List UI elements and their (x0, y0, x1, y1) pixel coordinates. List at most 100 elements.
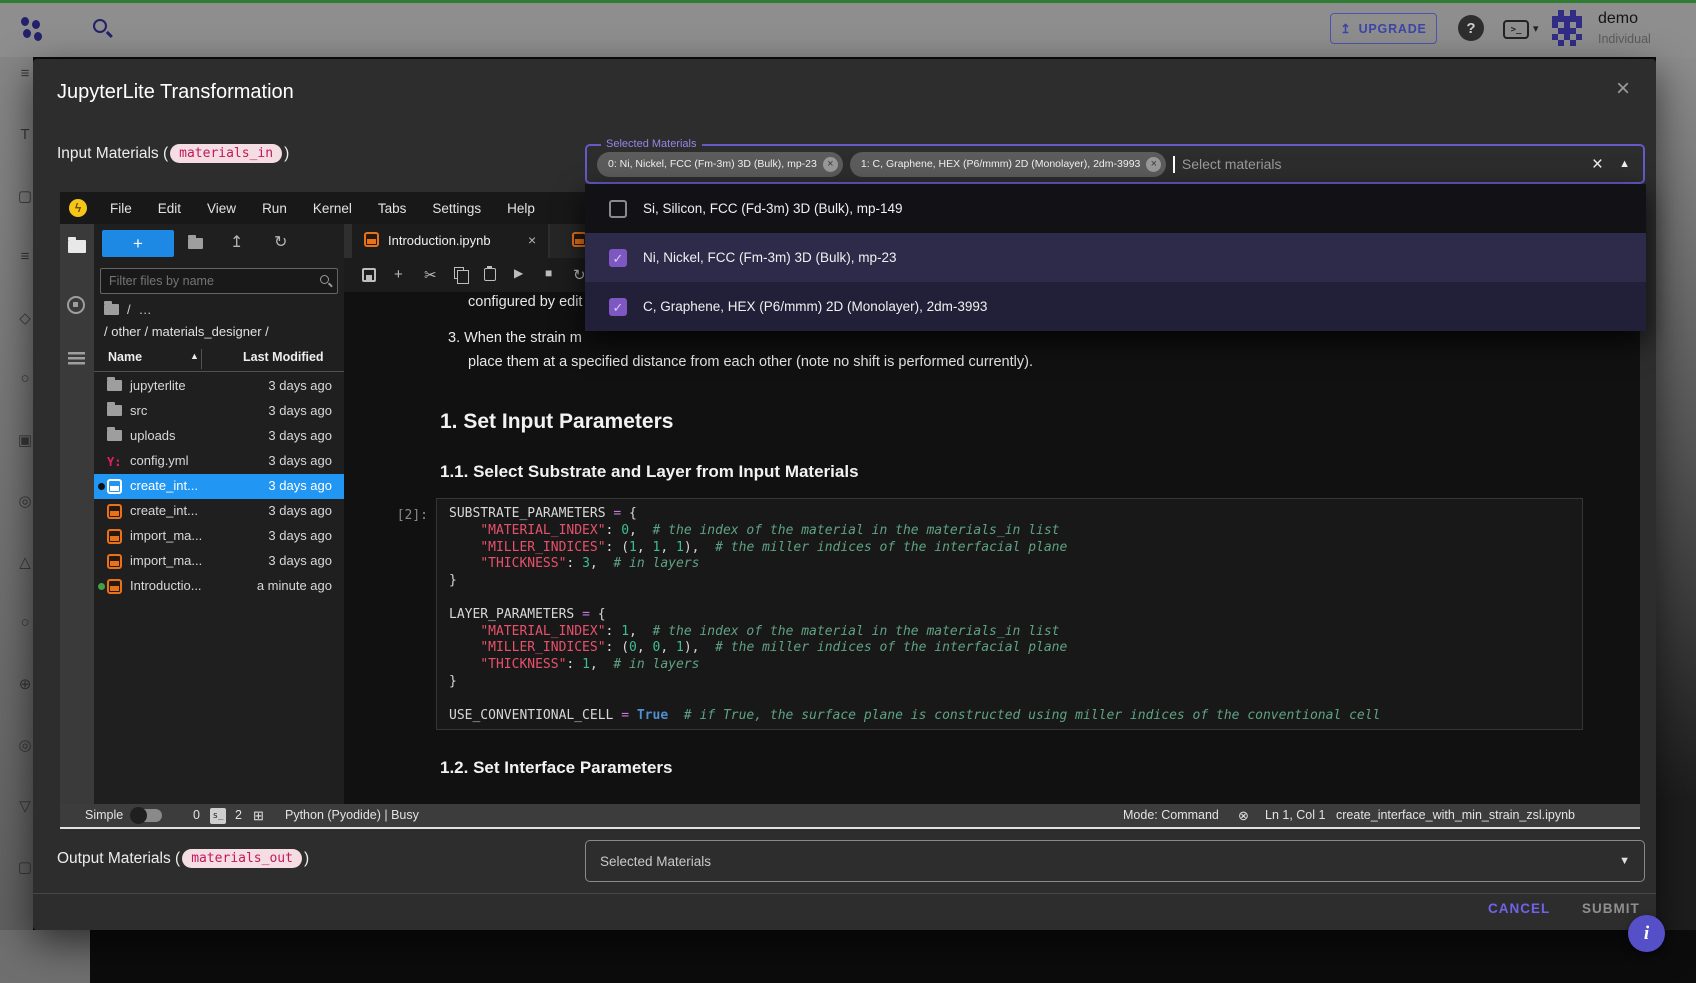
user-plan: Individual (1598, 32, 1651, 46)
file-row[interactable]: Introductio...a minute ago (94, 574, 344, 599)
checkbox-checked-icon[interactable]: ✓ (609, 298, 627, 316)
file-row[interactable]: Y:config.yml3 days ago (94, 449, 344, 474)
file-modified: 3 days ago (268, 503, 332, 518)
jupyterlite-transformation-dialog: JupyterLite Transformation × Input Mater… (33, 59, 1656, 930)
menu-view[interactable]: View (194, 201, 249, 216)
run-cell-icon[interactable]: ▶ (514, 266, 523, 280)
breadcrumb-path[interactable]: / other / materials_designer / (104, 324, 269, 339)
close-icon[interactable]: × (1616, 75, 1630, 103)
menu-settings[interactable]: Settings (419, 201, 494, 216)
code-line: SUBSTRATE_PARAMETERS = { (449, 506, 1582, 523)
breadcrumb-ellipsis[interactable]: … (139, 302, 152, 317)
file-row[interactable]: import_ma...3 days ago (94, 549, 344, 574)
add-cell-icon[interactable]: + (394, 266, 403, 283)
stop-kernel-icon[interactable]: ■ (545, 266, 552, 280)
file-browser-tab-icon[interactable] (68, 240, 86, 258)
menu-run[interactable]: Run (249, 201, 300, 216)
sort-ascending-icon[interactable]: ▲ (190, 351, 199, 361)
selected-material-chips: 0: Ni, Nickel, FCC (Fm-3m) 3D (Bulk), mp… (597, 152, 1166, 177)
simple-mode-toggle[interactable] (132, 809, 162, 822)
notebook-icon (107, 579, 122, 597)
close-tab-icon[interactable]: × (528, 232, 536, 248)
kernel-status[interactable]: Python (Pyodide) | Busy (285, 808, 419, 822)
refresh-file-list-icon[interactable]: ↻ (274, 232, 287, 252)
tab-title: Introduction.ipynb (388, 233, 491, 248)
material-option[interactable]: ✓C, Graphene, HEX (P6/mmm) 2D (Monolayer… (585, 282, 1646, 331)
file-row[interactable]: src3 days ago (94, 399, 344, 424)
simple-mode-label: Simple (85, 808, 123, 822)
breadcrumb-home-icon[interactable] (104, 304, 119, 315)
output-materials-select[interactable]: Selected Materials ▼ (585, 840, 1645, 882)
copy-cell-icon[interactable] (454, 267, 464, 279)
info-fab-button[interactable]: i (1628, 915, 1665, 952)
code-token: # the index of the material in the mater… (637, 523, 1060, 538)
submit-button[interactable]: SUBMIT (1582, 901, 1640, 916)
heading-select-substrate: 1.1. Select Substrate and Layer from Inp… (440, 462, 859, 482)
help-icon[interactable]: ? (1458, 15, 1484, 41)
terminal-count[interactable]: 0 (193, 808, 200, 822)
menu-file[interactable]: File (97, 201, 145, 216)
code-token: 3 (582, 556, 590, 571)
file-row[interactable]: create_int...3 days ago (94, 499, 344, 524)
menu-tabs[interactable]: Tabs (365, 201, 420, 216)
filter-files-input[interactable] (109, 270, 309, 292)
breadcrumb[interactable]: / … (104, 302, 152, 317)
code-cell[interactable]: SUBSTRATE_PARAMETERS = { "MATERIAL_INDEX… (436, 498, 1583, 730)
cell-execution-count: [2]: (350, 508, 428, 523)
clear-selection-icon[interactable]: × (1592, 154, 1603, 176)
new-launcher-button[interactable]: + (102, 230, 174, 257)
column-name[interactable]: Name (108, 350, 142, 364)
cancel-button[interactable]: CANCEL (1488, 901, 1550, 916)
footer-divider (33, 893, 1656, 894)
column-last-modified[interactable]: Last Modified (243, 350, 324, 364)
input-materials-label: Input Materials ( materials_in ) (57, 144, 289, 163)
selected-materials-field[interactable]: Selected Materials 0: Ni, Nickel, FCC (F… (585, 144, 1645, 184)
kernel-count[interactable]: 2 (235, 808, 242, 822)
cursor-position[interactable]: Ln 1, Col 1 (1265, 808, 1325, 822)
upload-icon[interactable]: ↥ (230, 232, 243, 252)
avatar[interactable] (1550, 10, 1586, 46)
file-name: src (130, 403, 147, 418)
material-option[interactable]: ✓Ni, Nickel, FCC (Fm-3m) 3D (Bulk), mp-2… (585, 233, 1646, 282)
terminal-icon[interactable]: >_ (1503, 20, 1529, 39)
material-option[interactable]: Si, Silicon, FCC (Fd-3m) 3D (Bulk), mp-1… (585, 184, 1646, 233)
menu-edit[interactable]: Edit (145, 201, 194, 216)
code-line: LAYER_PARAMETERS = { (449, 607, 1582, 624)
tab-introduction-ipynb[interactable]: Introduction.ipynb × (352, 224, 548, 258)
search-icon[interactable] (93, 19, 107, 33)
selected-materials-field-label: Selected Materials (601, 138, 702, 150)
collapse-dropdown-icon[interactable]: ▲ (1619, 158, 1630, 170)
menu-kernel[interactable]: Kernel (300, 201, 365, 216)
file-row[interactable]: create_int...3 days ago (94, 474, 344, 499)
chip-delete-icon[interactable]: × (823, 157, 838, 172)
code-token: 1 (676, 540, 684, 555)
running-kernels-icon[interactable] (67, 296, 85, 314)
selected-material-chip[interactable]: 0: Ni, Nickel, FCC (Fm-3m) 3D (Bulk), mp… (597, 152, 843, 177)
table-of-contents-icon[interactable] (68, 352, 85, 365)
code-line: "THICKNESS": 1, # in layers (449, 657, 1582, 674)
checkbox-unchecked-icon[interactable] (609, 200, 627, 218)
upgrade-button[interactable]: ↥ UPGRADE (1330, 13, 1437, 44)
notebook-content[interactable]: configured by edit 3. When the strain m … (344, 292, 1640, 829)
selected-material-chip[interactable]: 1: C, Graphene, HEX (P6/mmm) 2D (Monolay… (850, 152, 1167, 177)
mode-indicator[interactable]: Mode: Command (1123, 808, 1219, 822)
app-logo[interactable] (20, 16, 46, 42)
code-line: } (449, 674, 1582, 691)
new-folder-icon[interactable] (188, 236, 203, 254)
file-row[interactable]: import_ma...3 days ago (94, 524, 344, 549)
restart-kernel-icon[interactable]: ↻ (573, 266, 586, 284)
code-token: "THICKNESS" (480, 556, 566, 571)
chip-delete-icon[interactable]: × (1146, 157, 1161, 172)
save-icon[interactable] (362, 268, 376, 282)
menu-help[interactable]: Help (494, 201, 548, 216)
output-materials-prefix: Output Materials ( (57, 850, 180, 868)
file-row[interactable]: jupyterlite3 days ago (94, 374, 344, 399)
cut-cell-icon[interactable]: ✂ (424, 266, 437, 284)
file-row[interactable]: uploads3 days ago (94, 424, 344, 449)
backdrop-right (1656, 57, 1696, 930)
chevron-down-icon[interactable]: ▾ (1533, 22, 1539, 35)
file-list-header: Name ▲ Last Modified (94, 346, 344, 372)
breadcrumb-root[interactable]: / (127, 302, 131, 317)
checkbox-checked-icon[interactable]: ✓ (609, 249, 627, 267)
paste-cell-icon[interactable] (484, 268, 496, 281)
